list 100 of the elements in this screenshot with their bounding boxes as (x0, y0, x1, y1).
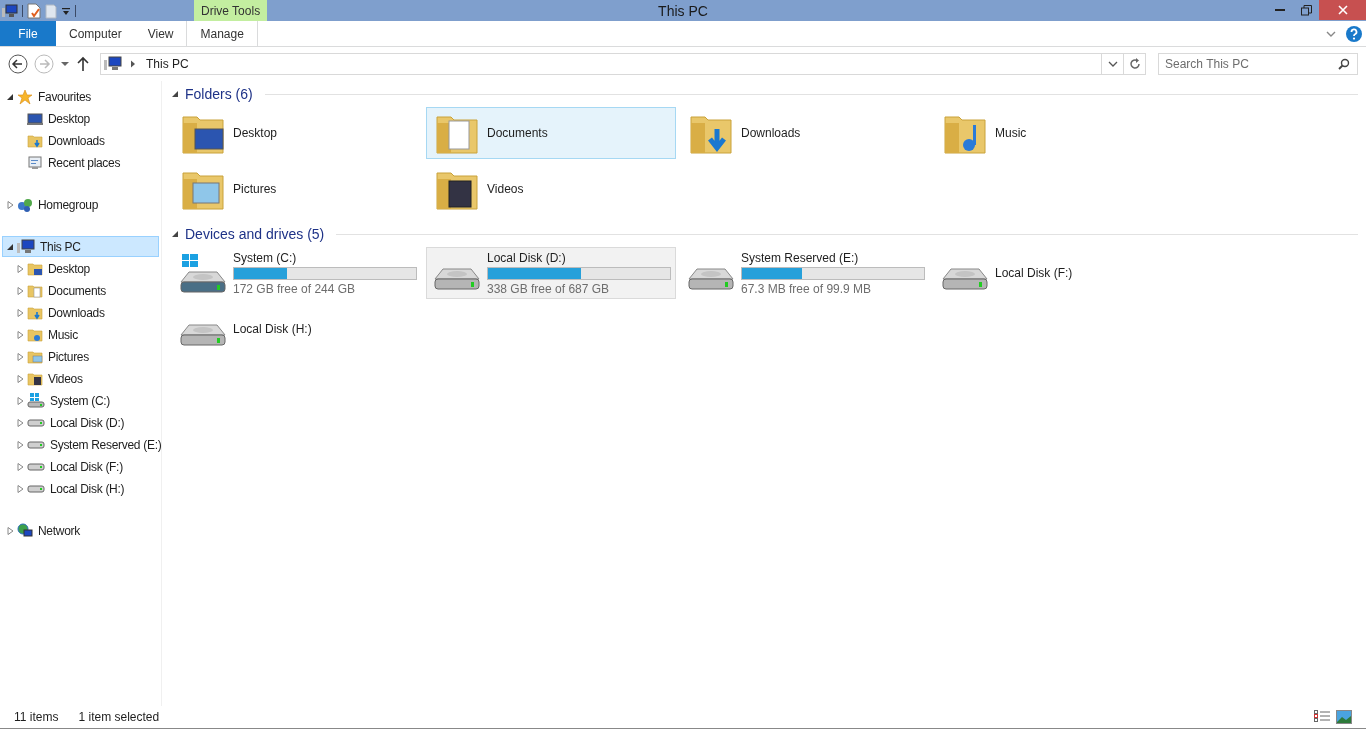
nav-tree-item[interactable]: Local Disk (D:) (2, 412, 159, 433)
window-title: This PC (658, 3, 708, 19)
up-button[interactable] (76, 56, 90, 72)
nav-tree-item[interactable]: Local Disk (F:) (2, 456, 159, 477)
drive-tile[interactable]: Local Disk (D:) 338 GB free of 687 GB (426, 247, 676, 299)
nav-tree-item[interactable]: System (C:) (2, 390, 159, 411)
refresh-icon[interactable] (1128, 58, 1141, 70)
details-view-button[interactable] (1314, 710, 1330, 724)
hard-drive-icon (941, 268, 989, 290)
group-header[interactable]: Devices and drives (5) (185, 226, 325, 242)
collapsed-arrow-icon[interactable] (17, 308, 24, 317)
forward-button[interactable] (34, 54, 54, 74)
drive-icon (27, 462, 45, 471)
item-name: System Reserved (E:) (741, 250, 860, 265)
large-icons-view-button[interactable] (1336, 710, 1352, 724)
address-bar[interactable]: This PC (100, 53, 1146, 75)
computer-icon (104, 56, 122, 72)
item-name: Local Disk (F:) (995, 266, 1074, 280)
collapsed-arrow-icon[interactable] (17, 462, 24, 471)
nav-tree-item[interactable]: Local Disk (H:) (2, 478, 159, 499)
expanded-arrow-icon[interactable] (7, 242, 14, 251)
drive-icon (27, 440, 45, 449)
ribbon-tab[interactable]: View (134, 21, 187, 46)
chevron-down-icon[interactable] (1107, 61, 1118, 67)
collapsed-arrow-icon[interactable] (7, 526, 14, 535)
nav-tree-item[interactable]: Documents (2, 280, 159, 301)
properties-icon[interactable] (27, 2, 41, 19)
back-button[interactable] (8, 54, 28, 74)
folder-tile[interactable]: Videos (426, 163, 676, 215)
homegroup-icon (17, 196, 33, 213)
item-name: Documents (487, 126, 549, 140)
folder-icon (27, 370, 43, 387)
collapsed-arrow-icon[interactable] (17, 352, 24, 361)
context-tab-group-label: Drive Tools (194, 0, 268, 21)
item-name: System (C:) (233, 250, 298, 265)
collapse-group-icon[interactable] (172, 90, 179, 98)
search-icon[interactable] (1338, 58, 1350, 70)
item-count: 11 items (14, 710, 59, 724)
collapsed-arrow-icon[interactable] (17, 484, 24, 493)
recent-places-icon (27, 154, 43, 171)
collapsed-arrow-icon[interactable] (17, 396, 24, 405)
windows-drive-icon (179, 253, 227, 293)
nav-tree-item[interactable]: System Reserved (E:) (2, 434, 159, 455)
item-name: Local Disk (D:) (487, 250, 567, 265)
close-button[interactable] (1319, 0, 1366, 20)
drive-tile[interactable]: Local Disk (F:) (934, 247, 1184, 299)
expand-ribbon-icon[interactable] (1326, 30, 1336, 37)
collapsed-arrow-icon[interactable] (17, 330, 24, 339)
collapsed-arrow-icon[interactable] (17, 286, 24, 295)
collapsed-arrow-icon[interactable] (17, 418, 24, 427)
computer-icon (17, 238, 35, 255)
network-icon (17, 522, 33, 539)
folder-icon (27, 282, 43, 299)
customize-dropdown-icon[interactable] (61, 5, 71, 16)
nav-tree-item[interactable]: Homegroup (2, 194, 159, 215)
close-icon[interactable] (1337, 5, 1348, 15)
free-space-text: 338 GB free of 687 GB (487, 281, 611, 296)
folder-tile[interactable]: Desktop (172, 107, 422, 159)
item-name: Local Disk (H:) (233, 322, 313, 336)
file-tab[interactable]: File (0, 21, 56, 46)
drive-tile[interactable]: System Reserved (E:) 67.3 MB free of 99.9 MB (680, 247, 930, 299)
folder-tile[interactable]: Music (934, 107, 1184, 159)
computer-icon[interactable] (2, 3, 18, 18)
nav-tree-item[interactable]: This PC (2, 236, 159, 257)
collapsed-arrow-icon[interactable] (17, 440, 24, 449)
breadcrumb-item[interactable]: This PC (138, 57, 189, 71)
folder-icon (27, 260, 43, 277)
nav-tree-item[interactable]: Desktop (2, 258, 159, 279)
nav-tree-item[interactable]: Music (2, 324, 159, 345)
collapsed-arrow-icon[interactable] (17, 264, 24, 273)
nav-tree-item[interactable]: Favourites (2, 86, 159, 107)
nav-tree-item[interactable]: Videos (2, 368, 159, 389)
restore-icon[interactable] (1300, 4, 1312, 16)
group-header[interactable]: Folders (6) (185, 86, 253, 102)
folder-tile[interactable]: Downloads (680, 107, 930, 159)
collapsed-arrow-icon[interactable] (7, 200, 14, 209)
recent-locations-button[interactable] (60, 61, 70, 67)
collapsed-arrow-icon[interactable] (17, 374, 24, 383)
folder-icon (27, 304, 43, 321)
drive-tile[interactable]: Local Disk (H:) (172, 303, 422, 355)
drive-tile[interactable]: System (C:) 172 GB free of 244 GB (172, 247, 422, 299)
folder-icon (27, 348, 43, 365)
search-field[interactable]: Search This PC (1158, 53, 1358, 75)
ribbon-tab[interactable]: Computer (56, 21, 135, 46)
folder-icon (27, 132, 43, 149)
hard-drive-icon (179, 324, 227, 346)
nav-tree-item[interactable]: Network (2, 520, 159, 541)
nav-tree-item[interactable]: Downloads (2, 130, 159, 151)
nav-tree-item[interactable]: Desktop (2, 108, 159, 129)
item-name: Pictures (233, 182, 278, 196)
help-icon[interactable] (1346, 25, 1362, 42)
expanded-arrow-icon[interactable] (7, 92, 14, 101)
hard-drive-icon (433, 268, 481, 290)
free-space-text: 67.3 MB free of 99.9 MB (741, 281, 873, 296)
nav-tree-item[interactable]: Downloads (2, 302, 159, 323)
collapse-group-icon[interactable] (172, 230, 179, 238)
folder-tile[interactable]: Pictures (172, 163, 422, 215)
nav-tree-item[interactable]: Recent places (2, 152, 159, 173)
nav-tree-item[interactable]: Pictures (2, 346, 159, 367)
folder-tile[interactable]: Documents (426, 107, 676, 159)
